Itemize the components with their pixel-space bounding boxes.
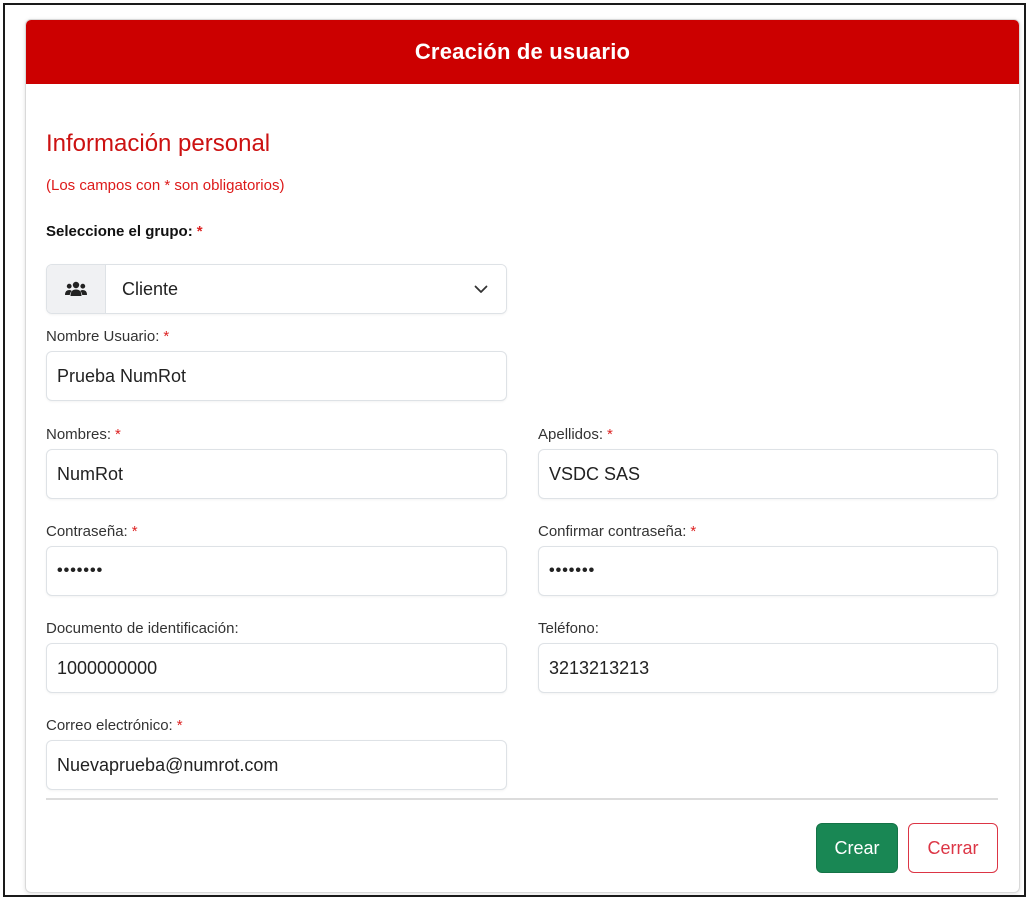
header-title: Creación de usuario [414, 39, 631, 64]
id-document-label-text: Documento de identificación: [46, 620, 239, 637]
phone-value: 3213213213 [549, 657, 650, 678]
password-label-text: Contraseña: [46, 523, 128, 540]
email-label: Correo electrónico: * [46, 717, 183, 734]
password-input[interactable]: ••••••• [46, 546, 507, 596]
group-select-value[interactable]: Cliente [106, 265, 506, 313]
password-value: ••••••• [57, 562, 104, 579]
id-document-input[interactable]: 1000000000 [46, 643, 507, 693]
group-label-text: Seleccione el grupo: [46, 223, 193, 240]
chevron-down-icon [474, 285, 488, 293]
username-value: Prueba NumRot [57, 365, 187, 386]
phone-label-text: Teléfono: [538, 620, 599, 637]
username-label-text: Nombre Usuario: [46, 328, 160, 345]
card-header: Creación de usuario [26, 20, 1019, 84]
last-names-input[interactable]: VSDC SAS [538, 449, 998, 499]
last-names-label: Apellidos: * [538, 426, 613, 443]
first-names-label-text: Nombres: [46, 426, 112, 443]
required-mark: * [607, 426, 613, 443]
username-label: Nombre Usuario: * [46, 328, 169, 345]
user-creation-card: Creación de usuario Información personal… [25, 19, 1020, 893]
required-mark: * [163, 328, 170, 345]
last-names-value: VSDC SAS [549, 463, 641, 484]
required-note: (Los campos con * son obligatorios) [46, 177, 285, 194]
email-input[interactable]: Nuevaprueba@numrot.com [46, 740, 507, 790]
group-selected-text: Cliente [122, 278, 179, 299]
group-select[interactable]: Cliente [46, 264, 507, 314]
email-value: Nuevaprueba@numrot.com [57, 754, 279, 775]
footer-divider [46, 798, 998, 800]
required-mark: * [690, 523, 697, 540]
confirm-password-label: Confirmar contraseña: * [538, 523, 696, 540]
email-label-text: Correo electrónico: [46, 717, 173, 734]
last-names-label-text: Apellidos: [538, 426, 604, 443]
id-document-label: Documento de identificación: [46, 620, 239, 637]
users-icon [47, 265, 106, 313]
password-label: Contraseña: * [46, 523, 138, 540]
required-mark: * [176, 717, 183, 734]
first-names-value: NumRot [57, 463, 124, 484]
first-names-label: Nombres: * [46, 426, 121, 443]
phone-label: Teléfono: [538, 620, 599, 637]
confirm-password-value: ••••••• [549, 562, 596, 579]
id-document-value: 1000000000 [57, 657, 158, 678]
group-label: Seleccione el grupo: * [46, 223, 203, 240]
required-mark: * [115, 426, 121, 443]
confirm-password-input[interactable]: ••••••• [538, 546, 998, 596]
phone-input[interactable]: 3213213213 [538, 643, 998, 693]
section-title: Información personal [46, 130, 271, 157]
create-button[interactable]: Crear [816, 823, 898, 873]
username-input[interactable]: Prueba NumRot [46, 351, 507, 401]
first-names-input[interactable]: NumRot [46, 449, 507, 499]
window-frame: Creación de usuario Información personal… [3, 3, 1026, 897]
required-mark: * [196, 223, 203, 240]
required-mark: * [131, 523, 138, 540]
confirm-password-label-text: Confirmar contraseña: [538, 523, 687, 540]
close-button[interactable]: Cerrar [908, 823, 998, 873]
